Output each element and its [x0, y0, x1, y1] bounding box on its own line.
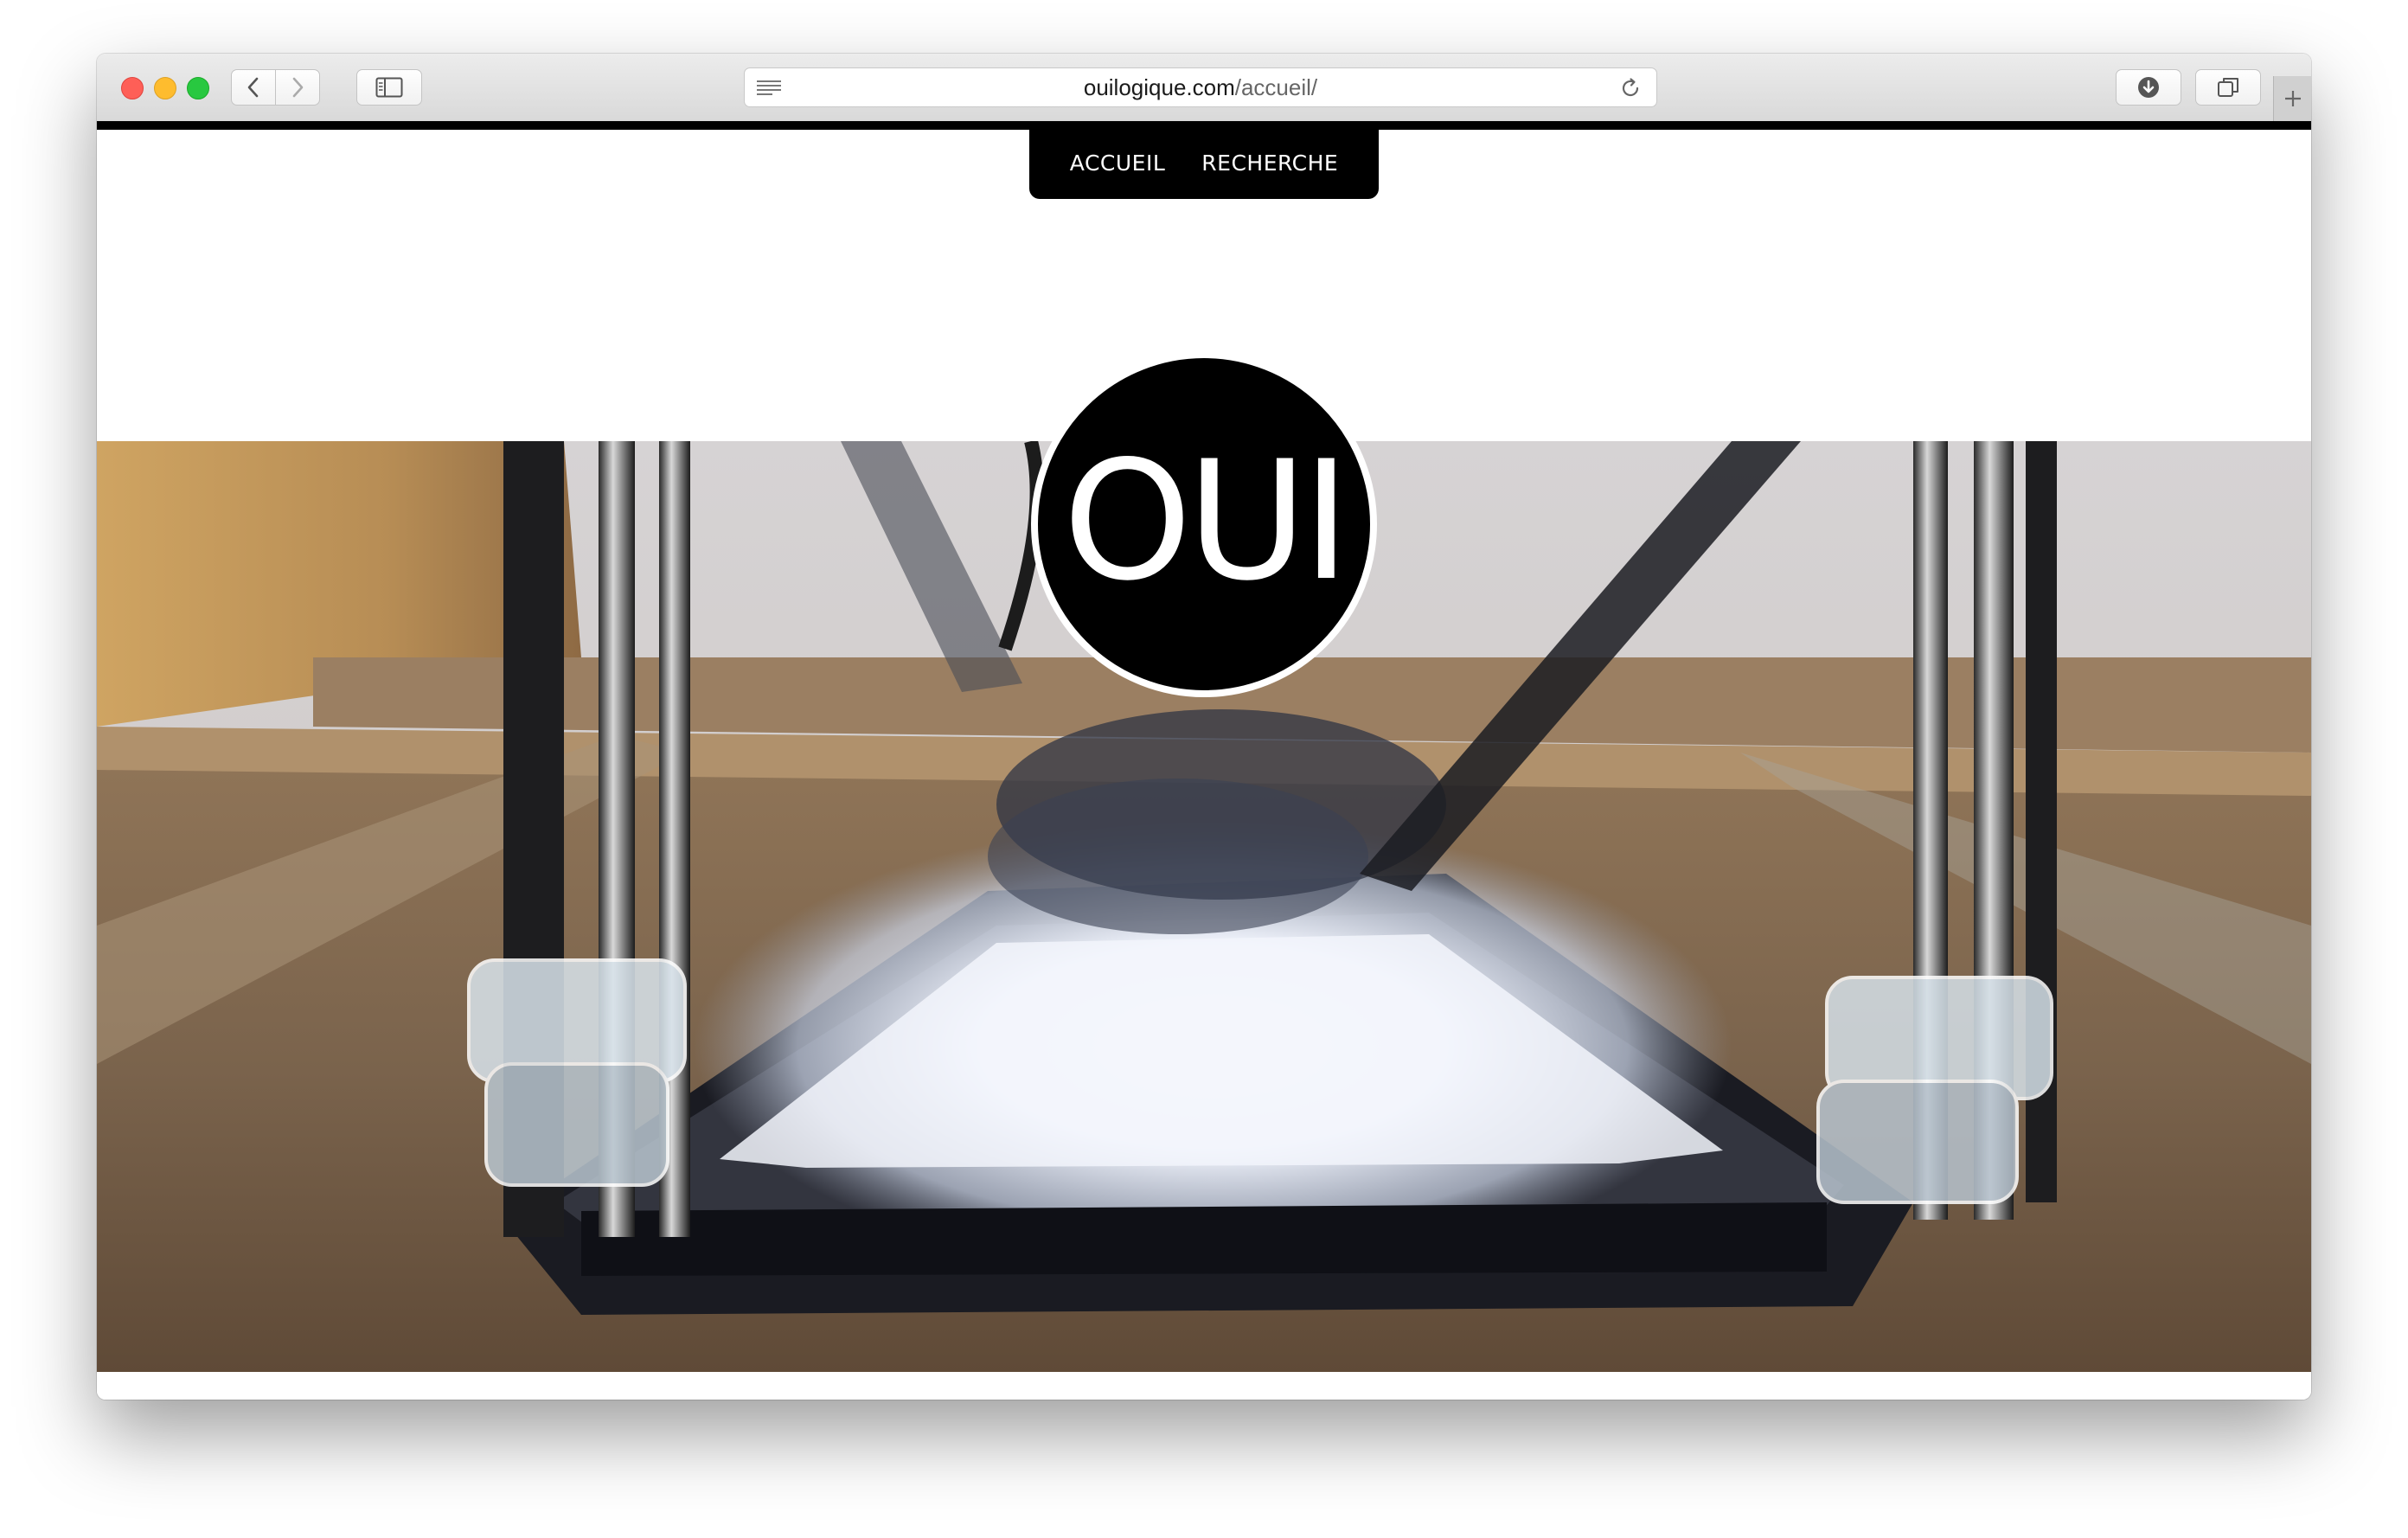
- back-button[interactable]: [231, 69, 276, 106]
- site-navigation: ACCUEIL RECHERCHE: [1029, 121, 1379, 199]
- reload-icon[interactable]: [1618, 76, 1643, 100]
- url-domain: ouilogique.com: [1083, 74, 1235, 100]
- sidebar-icon: [375, 77, 403, 98]
- web-page: ACCUEIL RECHERCHE OUI: [97, 121, 2311, 1400]
- plus-icon: [2285, 91, 2301, 106]
- tab-overview-icon: [2218, 78, 2238, 97]
- forward-button[interactable]: [275, 69, 320, 106]
- chevron-right-icon: [292, 77, 304, 98]
- tab-overview-button[interactable]: [2195, 69, 2261, 106]
- site-logo[interactable]: OUI: [1031, 351, 1377, 697]
- close-window-button[interactable]: [121, 77, 144, 99]
- nav-link-recherche[interactable]: RECHERCHE: [1201, 151, 1338, 176]
- sidebar-toggle-button[interactable]: [356, 69, 422, 106]
- url-path: /accueil/: [1234, 74, 1318, 100]
- browser-toolbar: ouilogique.com/accueil/: [97, 54, 2311, 122]
- download-icon: [2138, 77, 2159, 98]
- url-text: ouilogique.com/accueil/: [745, 68, 1656, 106]
- new-tab-button[interactable]: [2273, 76, 2311, 121]
- address-bar[interactable]: ouilogique.com/accueil/: [744, 67, 1657, 107]
- nav-link-accueil[interactable]: ACCUEIL: [1070, 151, 1165, 176]
- downloads-button[interactable]: [2116, 69, 2181, 106]
- browser-window: ouilogique.com/accueil/ ACCUEIL RECHERCH…: [97, 54, 2311, 1400]
- chevron-left-icon: [247, 77, 259, 98]
- minimize-window-button[interactable]: [154, 77, 176, 99]
- logo-text: OUI: [1062, 426, 1351, 617]
- maximize-window-button[interactable]: [187, 77, 209, 99]
